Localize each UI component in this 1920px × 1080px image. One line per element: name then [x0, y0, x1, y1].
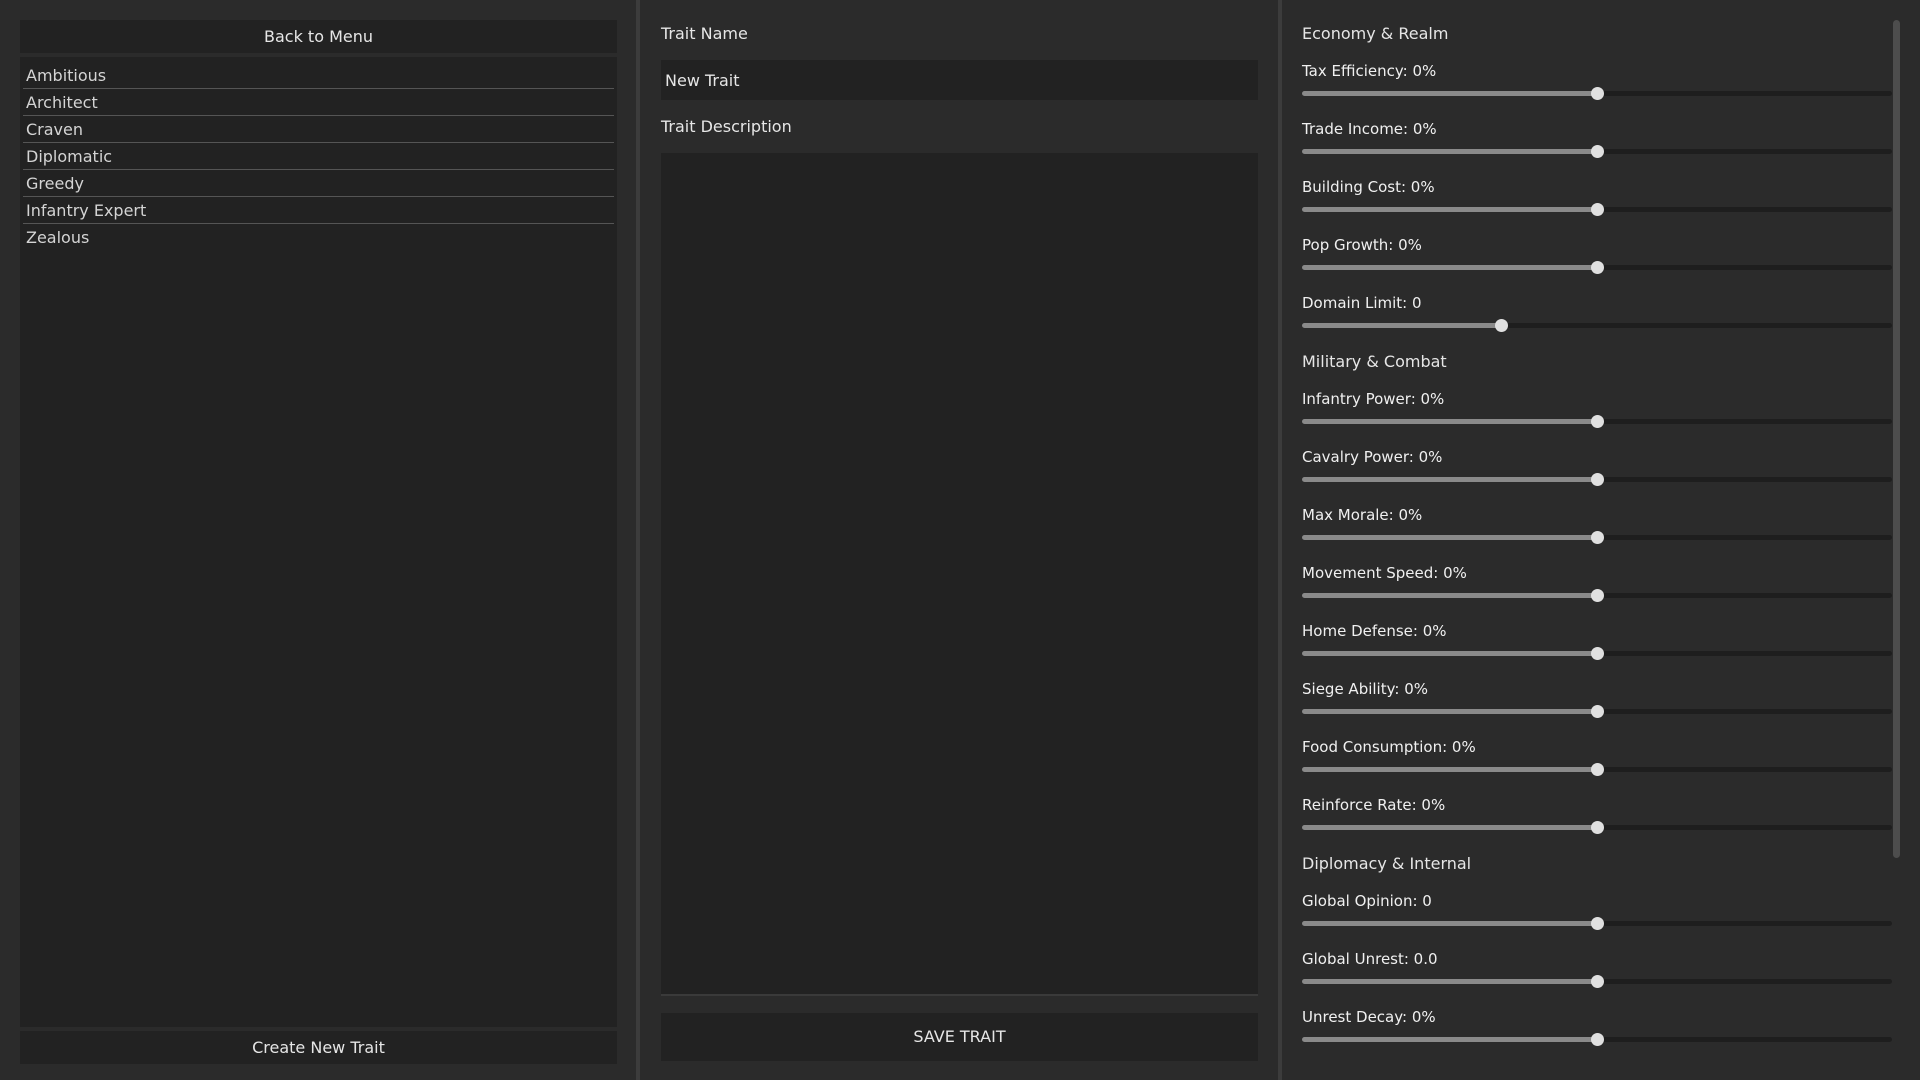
slider-fill [1302, 825, 1597, 830]
modifiers-scrollbar[interactable] [1893, 20, 1900, 858]
modifier-slider[interactable] [1302, 763, 1892, 776]
slider-fill [1302, 265, 1597, 270]
slider-label: Building Cost: 0% [1302, 178, 1435, 196]
back-to-menu-button[interactable]: Back to Menu [20, 20, 617, 53]
slider-handle[interactable] [1494, 319, 1508, 332]
trait-name-label: Trait Name [661, 24, 748, 43]
slider-label: Reinforce Rate: 0% [1302, 796, 1446, 814]
trait-details-panel: Trait Name Trait Description SAVE TRAIT [640, 0, 1278, 1080]
slider-label: Trade Income: 0% [1302, 120, 1437, 138]
slider-fill [1302, 709, 1597, 714]
slider-label: Siege Ability: 0% [1302, 680, 1429, 698]
slider-handle[interactable] [1591, 87, 1604, 100]
slider-handle[interactable] [1591, 145, 1604, 158]
slider-handle[interactable] [1591, 821, 1604, 834]
trait-name-input[interactable] [661, 60, 1258, 100]
modifier-slider[interactable] [1302, 917, 1892, 930]
slider-label: Infantry Power: 0% [1302, 390, 1445, 408]
modifier-slider[interactable] [1302, 319, 1892, 332]
modifier-slider[interactable] [1302, 261, 1892, 274]
slider-fill [1302, 593, 1597, 598]
trait-description-textarea[interactable] [661, 153, 1258, 996]
slider-label: Max Morale: 0% [1302, 506, 1423, 524]
slider-fill [1302, 207, 1597, 212]
slider-label: Pop Growth: 0% [1302, 236, 1422, 254]
modifier-slider[interactable] [1302, 87, 1892, 100]
slider-fill [1302, 477, 1597, 482]
modifier-slider[interactable] [1302, 415, 1892, 428]
create-new-trait-button[interactable]: Create New Trait [20, 1031, 617, 1064]
modifier-slider[interactable] [1302, 705, 1892, 718]
slider-fill [1302, 91, 1597, 96]
trait-list-panel: Back to Menu Ambitious Architect Craven Dip… [0, 0, 636, 1080]
slider-fill [1302, 651, 1597, 656]
slider-label: Domain Limit: 0 [1302, 294, 1422, 312]
slider-handle[interactable] [1591, 415, 1604, 428]
modifier-slider[interactable] [1302, 531, 1892, 544]
slider-fill [1302, 419, 1597, 424]
section-title: Military & Combat [1302, 352, 1447, 371]
slider-fill [1302, 535, 1597, 540]
trait-list-item[interactable]: Greedy [23, 170, 614, 197]
slider-handle[interactable] [1591, 763, 1604, 776]
slider-fill [1302, 323, 1501, 328]
slider-label: Tax Efficiency: 0% [1302, 62, 1437, 80]
trait-list-item[interactable]: Ambitious [23, 62, 614, 89]
slider-fill [1302, 979, 1597, 984]
slider-handle[interactable] [1591, 975, 1604, 988]
slider-handle[interactable] [1591, 917, 1604, 930]
slider-fill [1302, 1037, 1597, 1042]
slider-handle[interactable] [1591, 647, 1604, 660]
modifier-slider[interactable] [1302, 975, 1892, 988]
slider-label: Global Opinion: 0 [1302, 892, 1432, 910]
modifier-slider[interactable] [1302, 647, 1892, 660]
trait-list: Ambitious Architect Craven Diplomatic Greedy… [20, 57, 617, 1027]
modifier-slider[interactable] [1302, 589, 1892, 602]
section-title: Diplomacy & Internal [1302, 854, 1472, 873]
slider-label: Cavalry Power: 0% [1302, 448, 1443, 466]
slider-handle[interactable] [1591, 531, 1604, 544]
slider-handle[interactable] [1591, 589, 1604, 602]
trait-description-label: Trait Description [661, 117, 792, 136]
slider-label: Movement Speed: 0% [1302, 564, 1467, 582]
modifier-slider[interactable] [1302, 1033, 1892, 1046]
trait-list-item[interactable]: Zealous [23, 224, 614, 251]
modifier-slider[interactable] [1302, 821, 1892, 834]
slider-handle[interactable] [1591, 1033, 1604, 1046]
slider-fill [1302, 921, 1597, 926]
slider-label: Global Unrest: 0.0 [1302, 950, 1438, 968]
trait-list-item[interactable]: Architect [23, 89, 614, 116]
slider-handle[interactable] [1591, 261, 1604, 274]
section-title: Economy & Realm [1302, 24, 1449, 43]
trait-list-item[interactable]: Diplomatic [23, 143, 614, 170]
modifier-slider[interactable] [1302, 473, 1892, 486]
slider-handle[interactable] [1591, 705, 1604, 718]
modifier-slider[interactable] [1302, 203, 1892, 216]
save-trait-button[interactable]: SAVE TRAIT [661, 1013, 1258, 1061]
slider-label: Food Consumption: 0% [1302, 738, 1476, 756]
slider-label: Home Defense: 0% [1302, 622, 1447, 640]
trait-editor-screen: Back to Menu Ambitious Architect Craven Dip… [0, 0, 1920, 1080]
modifiers-panel: Economy & Realm Tax Efficiency: 0% Trade I… [1282, 0, 1920, 1080]
slider-handle[interactable] [1591, 473, 1604, 486]
modifier-slider[interactable] [1302, 145, 1892, 158]
slider-label: Unrest Decay: 0% [1302, 1008, 1436, 1026]
slider-fill [1302, 767, 1597, 772]
slider-fill [1302, 149, 1597, 154]
slider-handle[interactable] [1591, 203, 1604, 216]
trait-list-item[interactable]: Craven [23, 116, 614, 143]
trait-list-item[interactable]: Infantry Expert [23, 197, 614, 224]
